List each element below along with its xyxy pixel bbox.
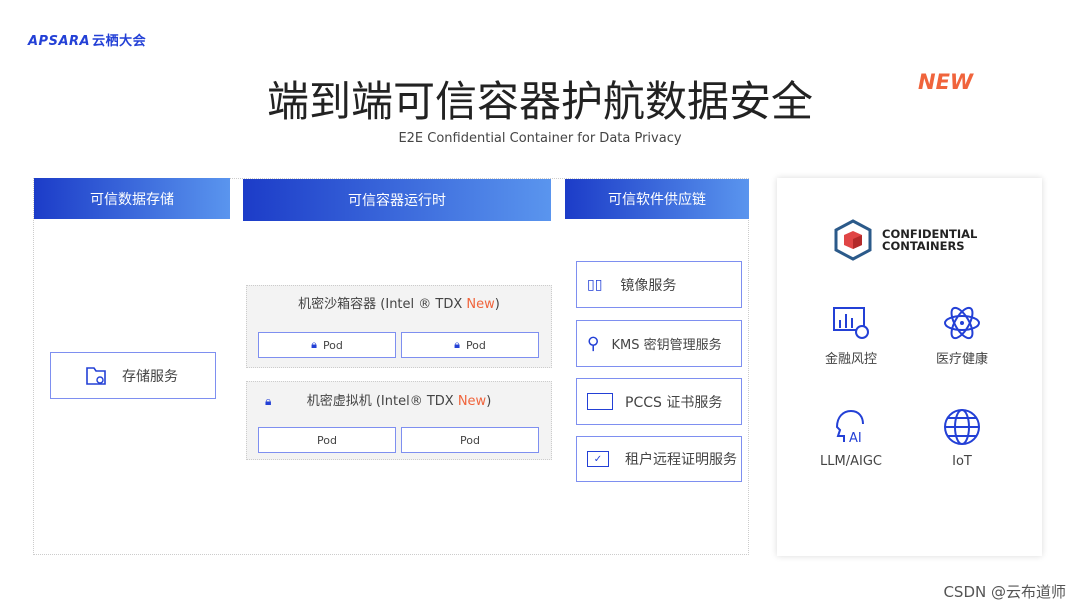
sandbox-title: 机密沙箱容器 (Intel ® TDX New) (298, 297, 500, 312)
sandbox-group: 机密沙箱容器 (Intel ® TDX New) 🔒︎ Pod 🔒︎ Pod (246, 285, 552, 368)
storage-service[interactable]: 存储服务 (50, 352, 216, 399)
kms-service[interactable]: ⚲ KMS 密钥管理服务 (576, 320, 742, 367)
image-service[interactable]: ▯▯ 镜像服务 (576, 261, 742, 308)
monitor-check-icon: ✓ (587, 451, 609, 467)
certificate-icon (587, 393, 613, 410)
finance-chart-icon (833, 307, 869, 339)
new-badge: NEW (918, 70, 974, 94)
page-subtitle: E2E Confidential Container for Data Priv… (398, 131, 682, 146)
pod[interactable]: Pod (401, 427, 539, 453)
ai-head-icon: AI (835, 409, 864, 446)
pod[interactable]: Pod (258, 427, 396, 453)
app-healthcare: 医疗健康 (907, 306, 1017, 367)
svg-text:AI: AI (849, 431, 862, 446)
pod[interactable]: 🔒︎ Pod (258, 332, 396, 358)
header-storage: 可信数据存储 (34, 178, 230, 219)
atom-icon (944, 306, 980, 340)
folder-gear-icon (86, 366, 106, 385)
header-runtime: 可信容器运行时 (243, 179, 551, 221)
app-finance: 金融风控 (796, 306, 906, 367)
globe-icon (944, 409, 980, 445)
app-iot: IoT (907, 408, 1017, 469)
lock-icon: 🔒︎ (311, 338, 317, 351)
cube-hexagon-icon (834, 219, 872, 261)
key-icon: ⚲ (587, 333, 600, 354)
watermark: CSDN @云布道师 (943, 583, 1066, 601)
image-icon: ▯▯ (587, 276, 603, 293)
confidential-containers-logo: CONFIDENTIAL CONTAINERS (832, 219, 977, 261)
storage-service-label: 存储服务 (122, 368, 178, 385)
use-case-card: CONFIDENTIAL CONTAINERS 金融风控 医疗健康 AI LLM/A… (777, 178, 1042, 556)
pccs-service[interactable]: PCCS 证书服务 (576, 378, 742, 425)
header-supply-chain: 可信软件供应链 (565, 179, 749, 219)
lock-icon: 🔒︎ (454, 338, 460, 351)
apsara-logo: APSARA 云栖大会 (28, 34, 147, 49)
vm-title: 机密虚拟机 (Intel® TDX New) (306, 394, 492, 409)
pod[interactable]: 🔒︎ Pod (401, 332, 539, 358)
attestation-service[interactable]: ✓ 租户远程证明服务 (576, 436, 742, 482)
app-llm: AI LLM/AIGC (796, 408, 906, 469)
vm-group: 🔒︎ 机密虚拟机 (Intel® TDX New) Pod Pod (246, 381, 552, 460)
